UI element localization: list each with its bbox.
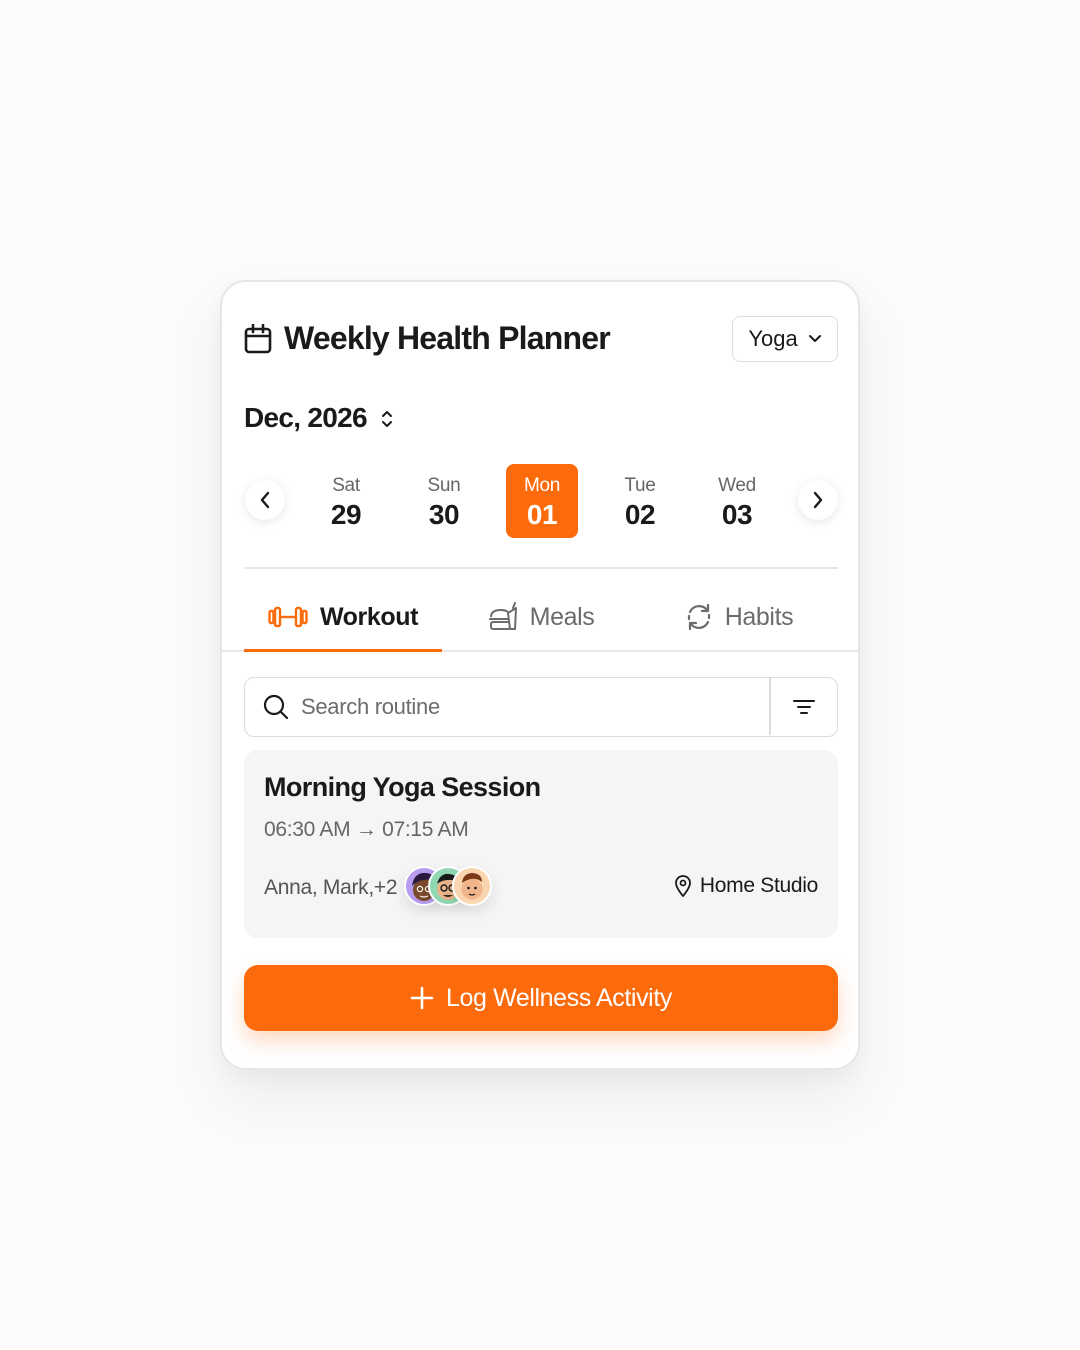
log-activity-button[interactable]: Log Wellness Activity: [244, 965, 838, 1031]
tab-meals[interactable]: Meals: [442, 584, 640, 650]
tab-label: Habits: [724, 602, 794, 631]
day-number: 03: [721, 499, 753, 530]
tab-label: Meals: [529, 602, 595, 631]
category-dropdown[interactable]: Yoga: [732, 316, 838, 362]
active-tab-indicator: [244, 649, 442, 652]
day-number: 30: [428, 499, 460, 530]
day-mon-selected[interactable]: Mon 01: [506, 464, 578, 538]
next-week-button[interactable]: [798, 480, 838, 520]
session-card[interactable]: Morning Yoga Session 06:30 AM → 07:15 AM…: [244, 750, 838, 938]
day-name: Sun: [427, 475, 461, 496]
dumbbell-icon: [268, 606, 308, 628]
day-sun[interactable]: Sun 30: [408, 464, 480, 538]
prev-week-button[interactable]: [245, 480, 285, 520]
avatar: [452, 866, 492, 906]
tab-habits[interactable]: Habits: [640, 584, 838, 650]
food-icon: [488, 602, 517, 630]
search-icon: [263, 694, 289, 720]
avatar-group: [404, 866, 496, 908]
day-name: Mon: [523, 475, 561, 496]
avatar-face-icon: [461, 873, 483, 900]
day-number: 29: [330, 499, 362, 530]
category-dropdown-value: Yoga: [748, 326, 798, 351]
divider: [244, 567, 838, 569]
page-title: Weekly Health Planner: [284, 320, 611, 356]
tab-workout[interactable]: Workout: [244, 584, 442, 650]
plus-icon: [410, 986, 434, 1010]
tab-label: Workout: [319, 602, 419, 631]
month-label: Dec, 2026: [244, 402, 368, 433]
location: Home Studio: [674, 874, 818, 898]
chevron-left-icon: [260, 491, 270, 509]
day-wed[interactable]: Wed 03: [701, 464, 773, 538]
attendees-label: Anna, Mark,+2: [264, 876, 398, 899]
day-number: 01: [526, 499, 558, 530]
session-time: 06:30 AM → 07:15 AM: [264, 818, 469, 841]
filter-icon: [793, 699, 815, 714]
day-name: Sat: [332, 475, 360, 496]
chevron-down-icon: [808, 335, 821, 342]
refresh-icon: [687, 603, 710, 631]
day-sat[interactable]: Sat 29: [310, 464, 382, 538]
chevron-right-icon: [813, 491, 823, 509]
sort-toggle-icon[interactable]: [380, 408, 394, 430]
search-input[interactable]: [301, 690, 761, 724]
day-name: Wed: [718, 475, 756, 496]
day-number: 02: [624, 499, 656, 530]
filter-button[interactable]: [771, 678, 837, 735]
calendar-icon: [244, 324, 272, 354]
search-bar: [244, 677, 838, 737]
planner-card: Weekly Health Planner Yoga Dec, 2026 Sat…: [220, 280, 860, 1070]
log-activity-label: Log Wellness Activity: [446, 983, 672, 1012]
day-name: Tue: [624, 475, 656, 496]
session-title: Morning Yoga Session: [264, 772, 541, 802]
location-label: Home Studio: [699, 874, 818, 897]
day-tue[interactable]: Tue 02: [604, 464, 676, 538]
location-pin-icon: [674, 875, 691, 897]
